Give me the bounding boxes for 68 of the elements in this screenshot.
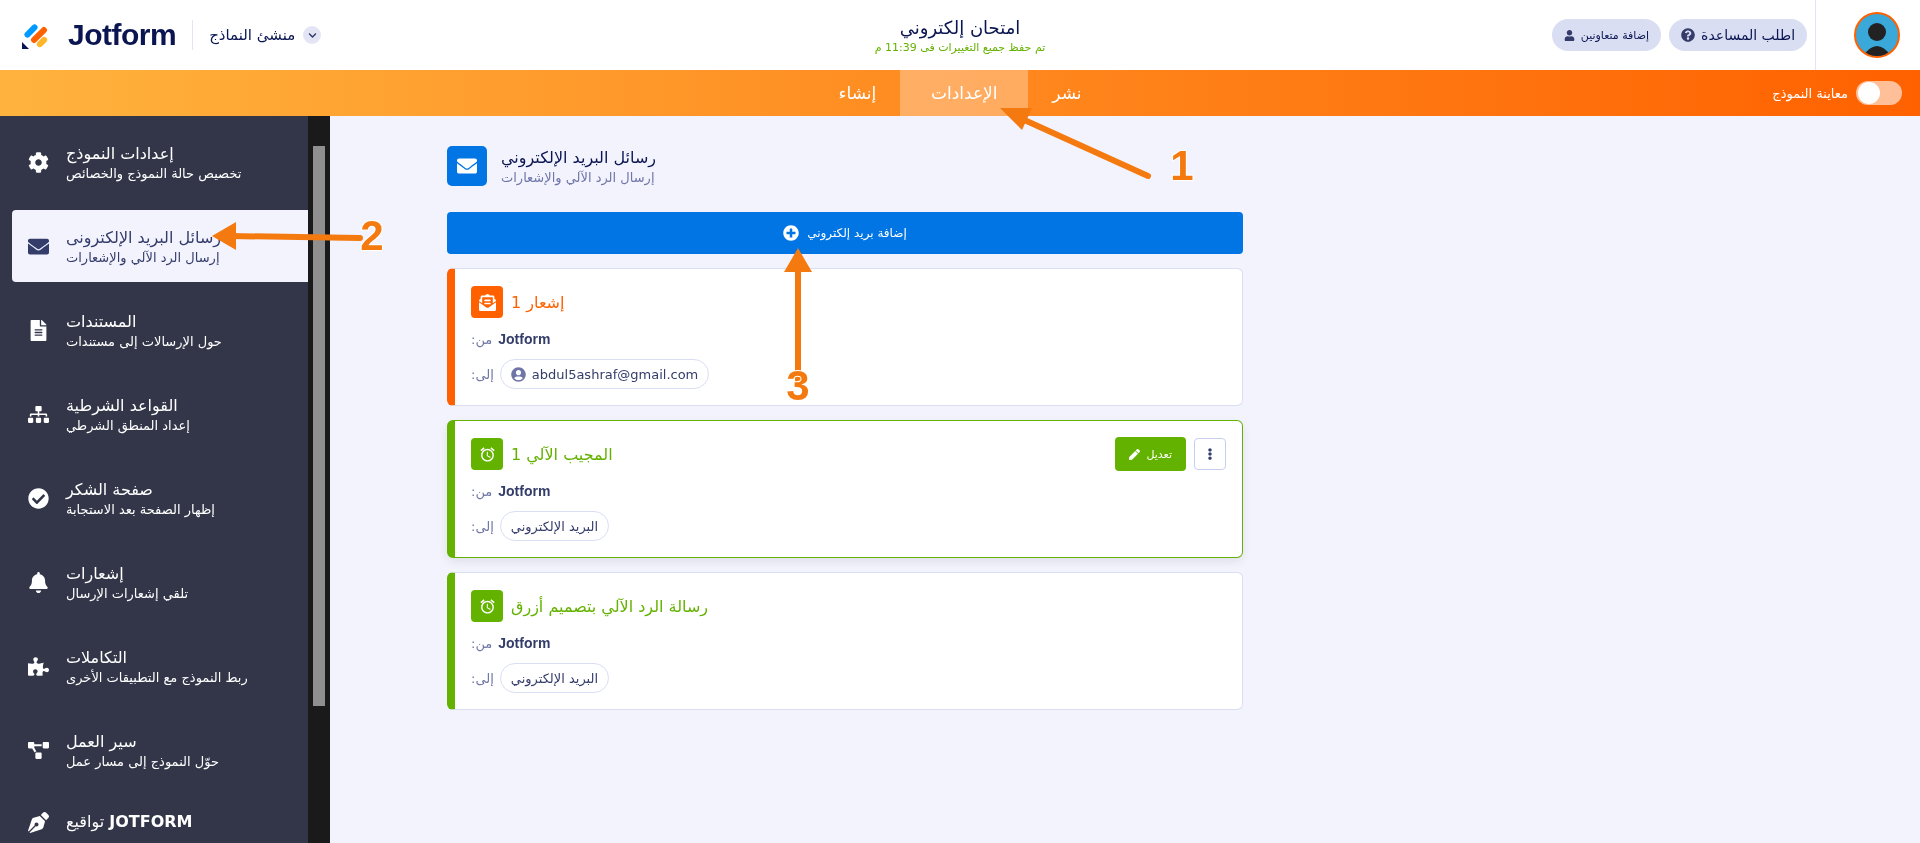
pencil-icon: [1129, 448, 1141, 460]
help-button[interactable]: اطلب المساعدة: [1669, 19, 1807, 51]
alarm-clock-icon: [471, 438, 503, 470]
email-title: إشعار 1: [511, 292, 566, 312]
logo[interactable]: Jotform: [68, 18, 177, 52]
item-title: صفحة الشكر: [66, 479, 154, 499]
envelope-icon: [471, 286, 503, 318]
save-status: تم حفظ جميع التغييرات فى 11:39 م: [874, 40, 1046, 54]
item-title: التكاملات: [66, 647, 129, 667]
from-label: :من: [471, 635, 493, 651]
bell-icon: [26, 571, 50, 593]
annotation-number: 1: [1170, 142, 1194, 189]
item-subtitle: تخصيص حالة النموذج والخصائص: [66, 165, 242, 181]
sidebar-item[interactable]: صفحة الشكر إظهار الصفحة بعد الاستجابة: [12, 462, 308, 534]
item-title: إعدادات النموذج: [66, 143, 175, 163]
to-label: :إلى: [471, 670, 494, 686]
user-icon: [510, 366, 526, 382]
sender-name: Jotform: [498, 331, 551, 347]
preview-toggle[interactable]: [1856, 81, 1902, 105]
sidebar-item[interactable]: القواعد الشرطية إعداد المنطق الشرطي: [12, 378, 308, 450]
avatar[interactable]: [1854, 12, 1900, 58]
item-title: رسائل البريد الإلكترونى: [66, 227, 222, 247]
item-subtitle: تلقي إشعارات الإرسال: [66, 585, 189, 601]
diagram-icon: [26, 739, 50, 761]
item-title: إشعارات: [66, 563, 125, 583]
user-icon: [1563, 29, 1575, 41]
alarm-clock-icon: [471, 590, 503, 622]
item-title: القواعد الشرطية: [66, 395, 179, 415]
sender-name: Jotform: [498, 483, 551, 499]
sender-name: Jotform: [498, 635, 551, 651]
envelope-icon: [447, 146, 487, 186]
puzzle-icon: [26, 655, 50, 677]
more-button[interactable]: [1194, 438, 1226, 470]
sidebar-item[interactable]: إشعارات تلقي إشعارات الإرسال: [12, 546, 308, 618]
builder-menu[interactable]: منشئ النماذج: [209, 26, 322, 44]
item-title: المستندات: [66, 311, 138, 331]
add-email-button[interactable]: إضافة بريد إلكتروني: [447, 212, 1243, 254]
item-subtitle: إعداد المنطق الشرطي: [66, 417, 190, 433]
item-subtitle: إرسال الرد الآلي والإشعارات: [66, 249, 221, 265]
chevron-down-icon: [303, 26, 322, 44]
sidebar-item[interactable]: سير العمل حوّل النموذج إلى مسار عمل: [12, 714, 308, 786]
scrollbar-thumb[interactable]: [313, 146, 325, 706]
question-icon: [1681, 28, 1696, 42]
sidebar-item[interactable]: المستندات حول الإرسالات إلى مستندات: [12, 294, 308, 366]
item-subtitle: حوّل النموذج إلى مسار عمل: [66, 753, 219, 769]
section-title: رسائل البريد الإلكتروني: [501, 147, 657, 167]
sidebar-item[interactable]: التكاملات ربط النموذج مع التطبيقات الأخرى: [12, 630, 308, 702]
pen-nib-icon: [26, 812, 50, 833]
to-label: :إلى: [471, 518, 494, 534]
email-title: رسالة الرد الآلي بتصميم أزرق: [511, 596, 710, 616]
item-title: سير العمل: [66, 731, 138, 751]
sidebar-item[interactable]: إعدادات النموذج تخصيص حالة النموذج والخصائص: [12, 126, 308, 198]
item-subtitle: حول الإرسالات إلى مستندات: [66, 333, 222, 349]
preview-label: معاينة النموذج: [1772, 85, 1848, 101]
item-subtitle: ربط النموذج مع التطبيقات الأخرى: [66, 669, 248, 685]
sidebar-item[interactable]: رسائل البريد الإلكترونى إرسال الرد الآلي والإشعارات: [12, 210, 308, 282]
annotation-number: 2: [360, 212, 384, 259]
from-label: :من: [471, 331, 493, 347]
sitemap-icon: [26, 403, 50, 425]
plus-icon: [783, 225, 800, 241]
from-label: :من: [471, 483, 493, 499]
item-subtitle: إظهار الصفحة بعد الاستجابة: [66, 501, 215, 517]
gear-icon: [26, 151, 50, 173]
form-title: امتحان إلكتروني: [899, 16, 1021, 38]
collaborators-button[interactable]: إضافة متعاونين: [1551, 19, 1662, 51]
email-title: المجيب الآلي 1: [511, 444, 614, 464]
to-label: :إلى: [471, 366, 494, 382]
section-subtitle: إرسال الرد الآلي والإشعارات: [501, 169, 656, 185]
